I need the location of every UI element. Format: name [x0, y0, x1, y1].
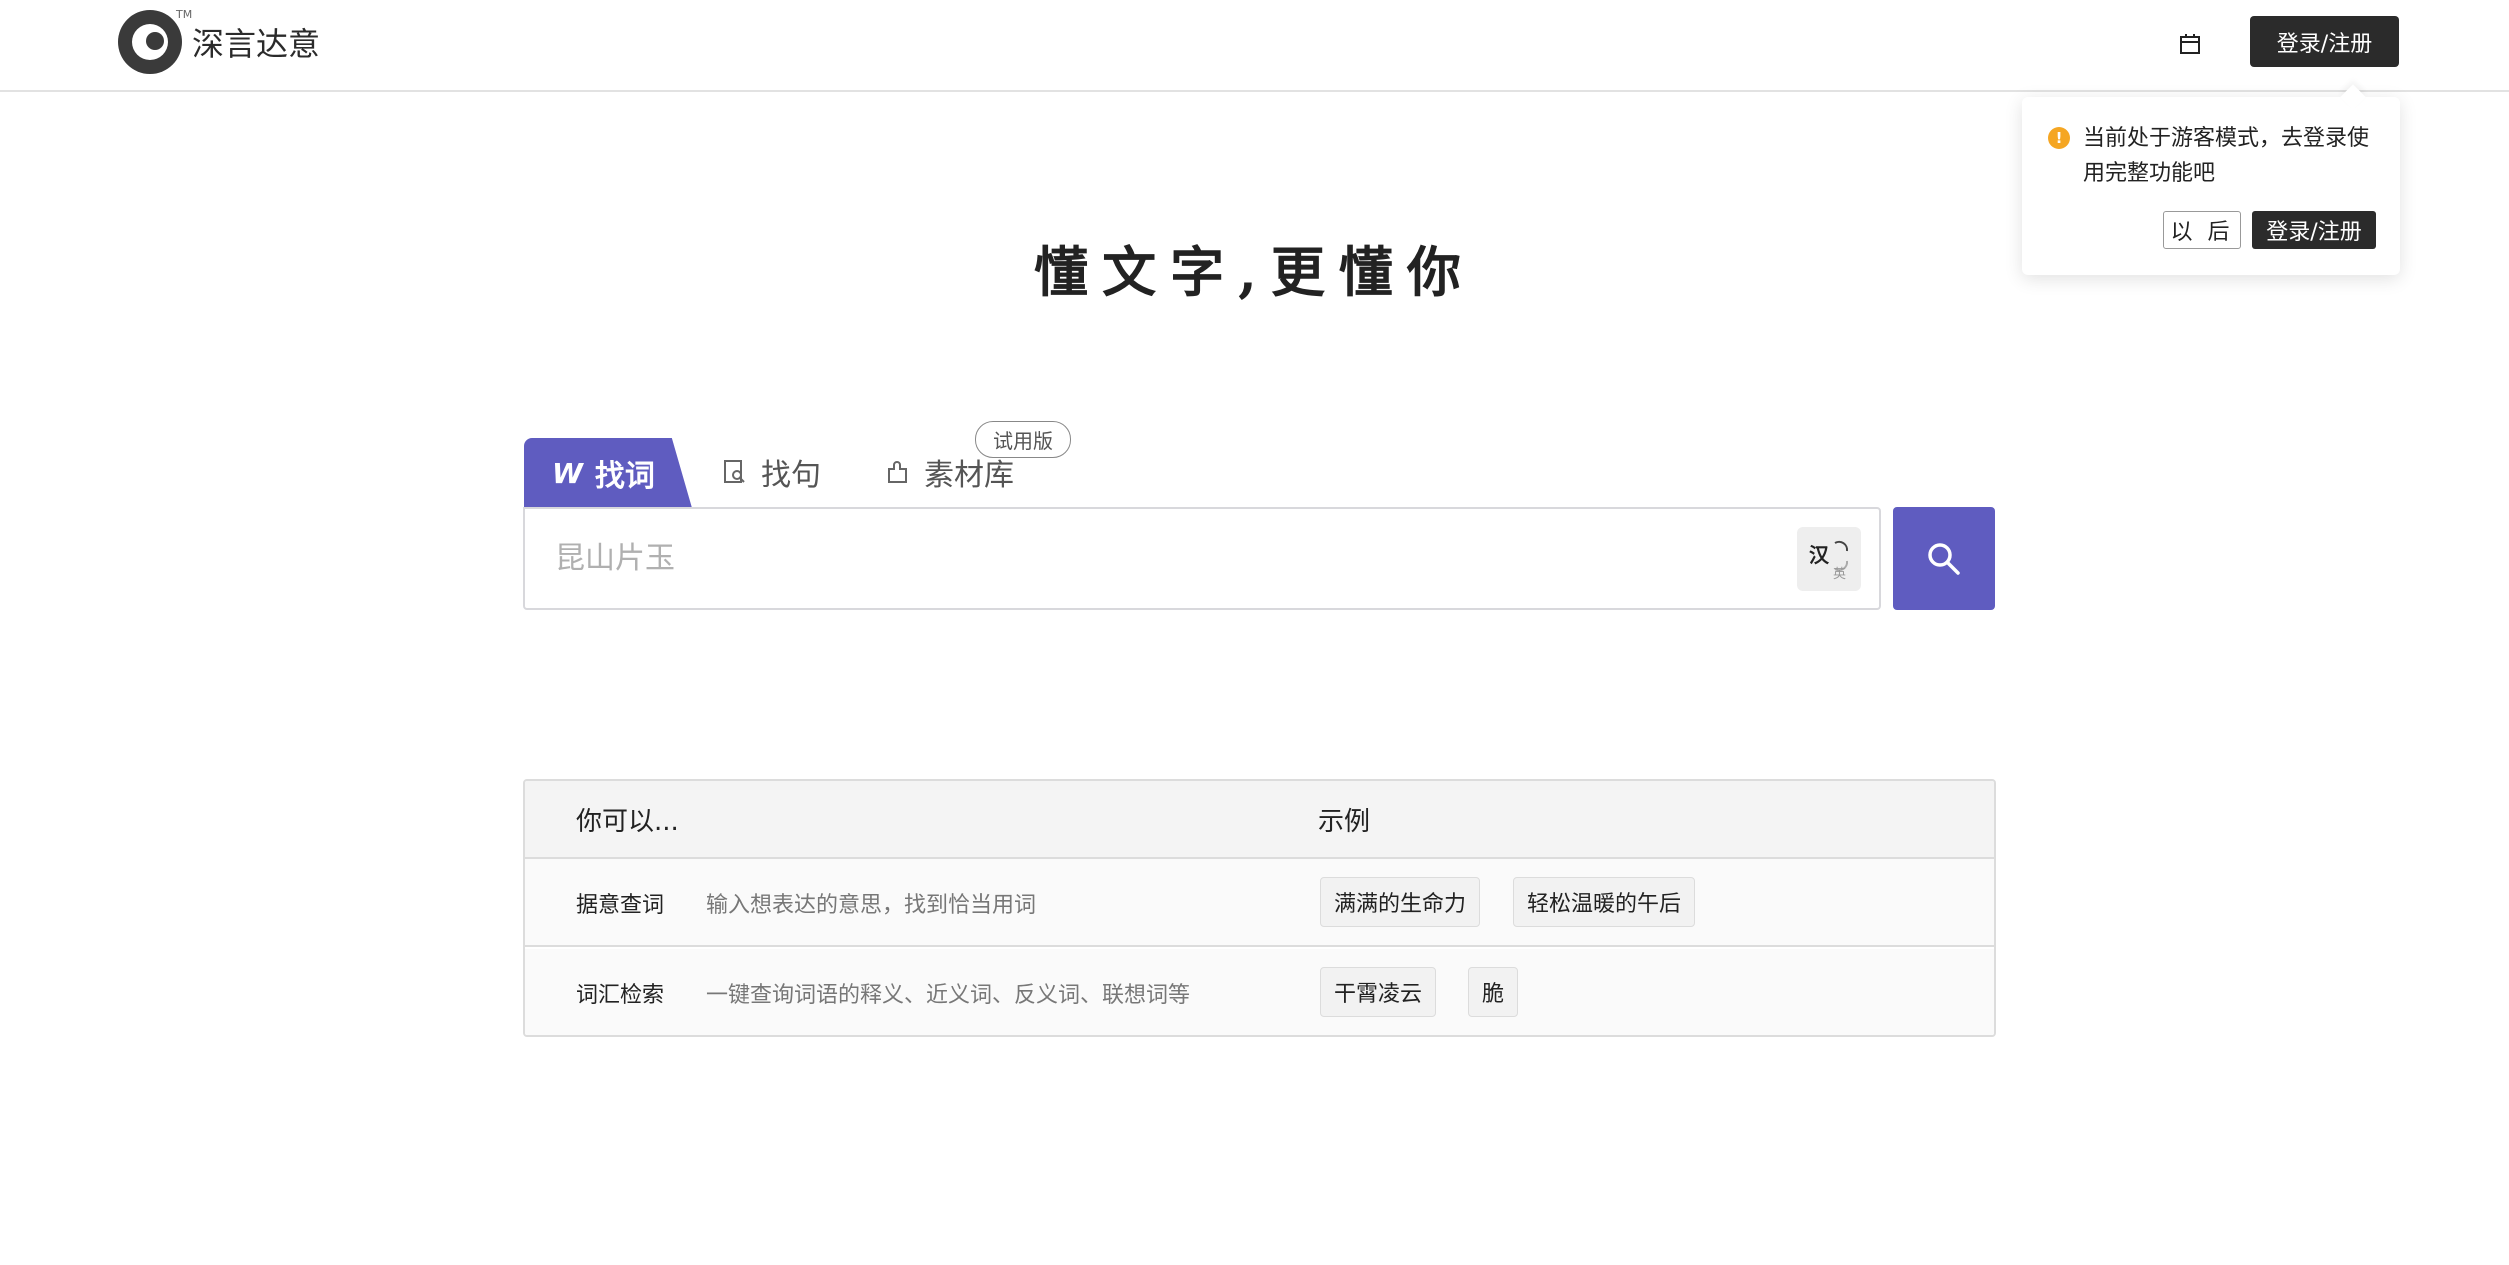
- example-chip[interactable]: 满满的生命力: [1320, 877, 1481, 927]
- lang-primary-label: 汉: [1809, 543, 1829, 567]
- header-you-can: 你可以...: [576, 807, 679, 837]
- trademark-mark: TM: [176, 8, 193, 21]
- table-row: 词汇检索 一键查询词语的释义、近义词、反义词、联想词等 干霄凌云 脆: [525, 949, 1994, 1035]
- feature-description: 一键查询词语的释义、近义词、反义词、联想词等: [706, 983, 1191, 1008]
- word-icon: W: [552, 456, 583, 490]
- tab-find-sentence-label: 找句: [761, 458, 821, 493]
- search-icon: [1928, 542, 1960, 575]
- header-login-button[interactable]: 登录/注册: [2250, 16, 2399, 67]
- tab-find-sentence[interactable]: 找句: [723, 452, 821, 493]
- header-examples: 示例: [1318, 807, 1371, 837]
- tab-material-library[interactable]: 素材库: [886, 452, 1014, 493]
- lang-secondary-label: 英: [1833, 567, 1847, 582]
- puzzle-icon: [888, 461, 907, 483]
- search-input[interactable]: [555, 509, 1755, 608]
- brand-name: 深言达意: [192, 25, 321, 63]
- language-toggle-button[interactable]: 汉 英: [1797, 527, 1861, 591]
- whale-logo-icon: [118, 10, 182, 74]
- table-header: 你可以... 示例: [525, 781, 1994, 859]
- trial-badge: 试用版: [975, 421, 1071, 458]
- calendar-button[interactable]: [2170, 24, 2210, 64]
- top-header: 深言达意 TM 登录/注册: [0, 0, 2509, 92]
- tab-find-word[interactable]: W 找词: [524, 438, 692, 508]
- search-box: 汉 英: [523, 507, 1881, 610]
- example-chip[interactable]: 干霄凌云: [1320, 967, 1437, 1017]
- tab-find-word-label: 找词: [594, 459, 655, 494]
- sentence-search-icon: [724, 460, 745, 483]
- feature-name: 词汇检索: [576, 983, 665, 1008]
- guest-mode-message: 当前处于游客模式，去登录使用完整功能吧: [2083, 126, 2370, 186]
- search-button[interactable]: [1893, 507, 1995, 610]
- example-chip[interactable]: 轻松温暖的午后: [1513, 877, 1696, 927]
- table-row: 据意查词 输入想表达的意思，找到恰当用词 满满的生命力 轻松温暖的午后: [525, 859, 1994, 947]
- brand-logo[interactable]: 深言达意: [118, 10, 320, 74]
- calendar-icon: [2180, 34, 2200, 54]
- feature-description: 输入想表达的意思，找到恰当用词: [706, 893, 1037, 918]
- warning-icon: !: [2048, 127, 2070, 149]
- feature-name: 据意查词: [576, 893, 665, 918]
- hero-slogan: 懂文字,更懂你: [1034, 240, 1475, 304]
- example-chip[interactable]: 脆: [1468, 967, 1519, 1017]
- usage-guide-table: 你可以... 示例 据意查词 输入想表达的意思，找到恰当用词 满满的生命力 轻松…: [523, 779, 1996, 1037]
